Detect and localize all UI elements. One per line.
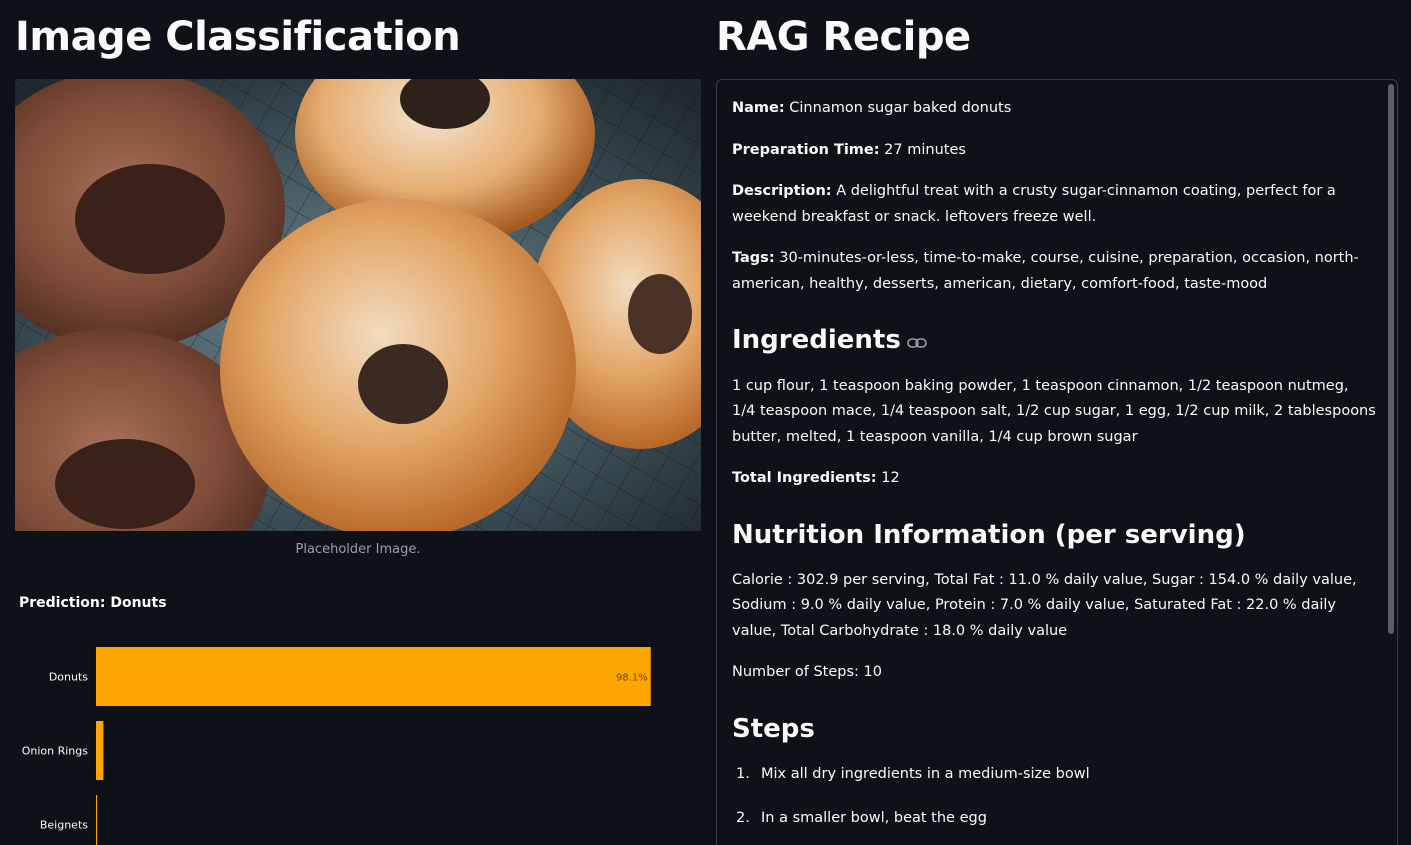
ingredients-heading-text: Ingredients xyxy=(732,325,901,355)
image-classification-column: Image Classification Placeholder Image. … xyxy=(15,0,701,845)
step-number: 2. xyxy=(736,810,750,826)
total-ingredients-value: 12 xyxy=(876,470,900,486)
ingredients-list: 1 cup flour, 1 teaspoon baking powder, 1… xyxy=(732,377,1376,445)
nutrition-heading: Nutrition Information (per serving) xyxy=(732,519,1246,550)
rag-recipe-column: RAG Recipe Name: Cinnamon sugar baked do… xyxy=(716,0,1411,845)
ingredients-heading: Ingredients xyxy=(732,323,1376,358)
prediction-bar-chart: Donuts 98.1% Onion Rings Beignets xyxy=(22,647,651,845)
donut-image xyxy=(15,79,701,531)
scrollbar-thumb[interactable] xyxy=(1388,84,1394,634)
bar-onion-rings xyxy=(96,721,104,780)
category-label: Beignets xyxy=(40,819,88,832)
total-ingredients-label: Total Ingredients: xyxy=(732,470,877,486)
category-label: Onion Rings xyxy=(22,745,89,758)
recipe-tags: Tags: 30-minutes-or-less, time-to-make, … xyxy=(732,246,1376,297)
image-classification-title: Image Classification xyxy=(15,14,461,60)
image-caption: Placeholder Image. xyxy=(295,542,421,557)
recipe-scroll-container[interactable]: Name: Cinnamon sugar baked donuts Prepar… xyxy=(716,79,1398,845)
step-item: 2. In a smaller bowl, beat the egg xyxy=(732,806,1376,832)
donut-photo-graphic xyxy=(15,79,701,531)
nutrition-text: Calorie : 302.9 per serving, Total Fat :… xyxy=(732,571,1357,639)
steps-heading: Steps xyxy=(732,713,815,744)
prediction-label: Prediction: Donuts xyxy=(19,595,167,611)
preparation-time: Preparation Time: 27 minutes xyxy=(732,138,1376,164)
app-page: Image Classification Placeholder Image. … xyxy=(0,0,1411,845)
description-label: Description: xyxy=(732,183,832,199)
recipe-content: Name: Cinnamon sugar baked donuts Prepar… xyxy=(732,96,1376,845)
tags-value: 30-minutes-or-less, time-to-make, course… xyxy=(732,250,1359,292)
bar-beignets xyxy=(96,795,98,845)
bar-donuts xyxy=(96,647,651,706)
preparation-time-label: Preparation Time: xyxy=(732,141,880,158)
total-ingredients: Total Ingredients: 12 xyxy=(732,466,1376,492)
step-number: 1. xyxy=(736,765,750,782)
category-label: Donuts xyxy=(49,671,88,684)
rag-recipe-title: RAG Recipe xyxy=(716,14,971,60)
preparation-time-value: 27 minutes xyxy=(879,141,966,158)
tags-label: Tags: xyxy=(732,250,775,266)
recipe-name-value: Cinnamon sugar baked donuts xyxy=(784,100,1012,116)
recipe-name: Name: Cinnamon sugar baked donuts xyxy=(732,96,1376,122)
number-of-steps: Number of Steps: 10 xyxy=(732,664,882,680)
data-label: 98.1% xyxy=(616,673,648,684)
link-icon[interactable] xyxy=(907,324,927,358)
step-text: Mix all dry ingredients in a medium-size… xyxy=(761,765,1090,782)
step-item: 1. Mix all dry ingredients in a medium-si… xyxy=(732,762,1376,788)
steps-list: 1. Mix all dry ingredients in a medium-si… xyxy=(732,762,1376,832)
recipe-description: Description: A delightful treat with a c… xyxy=(732,179,1376,230)
recipe-name-label: Name: xyxy=(732,100,785,116)
step-text: In a smaller bowl, beat the egg xyxy=(761,810,987,826)
